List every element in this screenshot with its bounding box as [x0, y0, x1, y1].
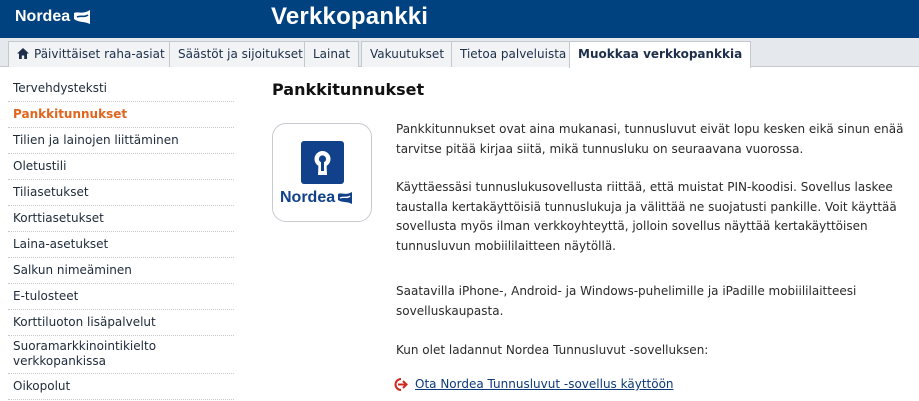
sidebar-item-credit-services[interactable]: Korttiluoton lisäpalvelut — [8, 310, 234, 336]
tab-loans[interactable]: Lainat — [304, 41, 360, 67]
tab-daily-banking[interactable]: Päivittäiset raha-asiat — [8, 41, 174, 67]
top-header: Nordea Verkkopankki — [0, 0, 919, 38]
tab-label: Päivittäiset raha-asiat — [34, 47, 165, 61]
sidebar-item-bank-ids[interactable]: Pankkitunnukset — [8, 102, 234, 128]
tab-insurance[interactable]: Vakuutukset — [361, 41, 454, 67]
instruction-paragraph: Kun olet ladannut Nordea Tunnusluvut -so… — [396, 343, 709, 357]
sidebar-item-card-settings[interactable]: Korttiasetukset — [8, 206, 234, 232]
intro-paragraph: Pankkitunnukset ovat aina mukanasi, tunn… — [396, 122, 904, 156]
activate-app-link-label[interactable]: Ota Nordea Tunnusluvut -sovellus käyttöö… — [415, 377, 674, 391]
tab-savings[interactable]: Säästöt ja sijoitukset — [169, 41, 312, 67]
nordea-logo[interactable]: Nordea — [15, 8, 91, 26]
app-icon: Nordea — [272, 123, 372, 222]
sidebar-item-greeting[interactable]: Tervehdysteksti — [8, 76, 234, 102]
app-title: Verkkopankki — [271, 3, 429, 30]
sidebar-item-portfolio-naming[interactable]: Salkun nimeäminen — [8, 258, 234, 284]
wave-logo-icon — [74, 10, 91, 24]
app-icon-brand: Nordea — [280, 189, 353, 207]
sidebar-item-default-account[interactable]: Oletustili — [8, 154, 234, 180]
app-icon-brand-text: Nordea — [280, 189, 336, 206]
sidebar: Tervehdysteksti Pankkitunnukset Tilien j… — [8, 76, 234, 400]
sidebar-item-link-accounts[interactable]: Tilien ja lainojen liittäminen — [8, 128, 234, 154]
sidebar-item-e-statements[interactable]: E-tulosteet — [8, 284, 234, 310]
activate-app-link[interactable]: Ota Nordea Tunnusluvut -sovellus käyttöö… — [394, 377, 674, 391]
wave-logo-icon — [338, 192, 353, 204]
tab-customize[interactable]: Muokkaa verkkopankkia — [569, 41, 752, 68]
home-icon — [17, 48, 29, 59]
availability-paragraph: Saatavilla iPhone-, Android- ja Windows-… — [396, 284, 857, 318]
logo-text: Nordea — [15, 8, 71, 25]
pin-paragraph: Käyttäessäsi tunnuslukusovellusta riittä… — [396, 180, 897, 253]
sidebar-item-shortcuts[interactable]: Oikopolut — [8, 374, 234, 400]
page-title: Pankkitunnukset — [272, 80, 425, 99]
sidebar-item-account-settings[interactable]: Tiliasetukset — [8, 180, 234, 206]
arrow-right-circle-icon — [394, 377, 408, 391]
sidebar-item-loan-settings[interactable]: Laina-asetukset — [8, 232, 234, 258]
main-content: Pankkitunnukset — [272, 80, 912, 99]
sidebar-item-marketing-ban[interactable]: Suoramarkkinointikielto verkkopankissa — [8, 336, 234, 374]
keyhole-lock-icon — [301, 141, 344, 184]
tab-info[interactable]: Tietoa palveluista — [451, 41, 576, 67]
main-navigation: Päivittäiset raha-asiat Säästöt ja sijoi… — [0, 38, 919, 68]
